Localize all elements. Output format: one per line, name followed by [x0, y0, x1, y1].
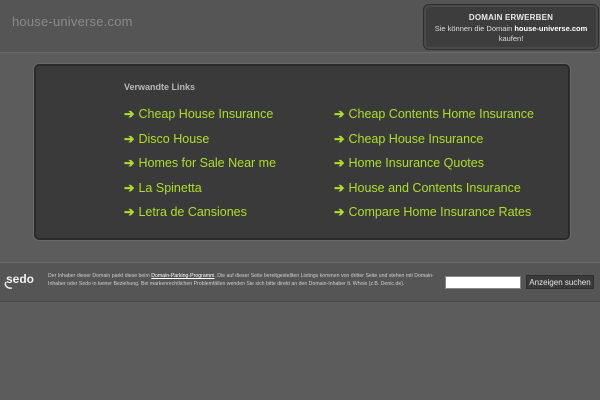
related-link[interactable]: ➔ La Spinetta	[124, 176, 276, 201]
footer-disclaimer: Der Inhaber dieser Domain parkt diese be…	[48, 272, 434, 288]
arrow-right-icon: ➔	[334, 180, 345, 195]
arrow-right-icon: ➔	[124, 156, 135, 171]
related-link[interactable]: ➔ House and Contents Insurance	[334, 176, 534, 201]
related-links-panel: Verwandte Links ➔ Cheap House Insurance ➔…	[34, 64, 570, 240]
links-column-left: ➔ Cheap House Insurance ➔ Disco House ➔ Hom…	[124, 102, 276, 225]
site-title: house-universe.com	[12, 14, 133, 29]
related-link-label: Cheap House Insurance	[138, 107, 274, 121]
ad-search-button[interactable]: Anzeigen suchen	[526, 275, 594, 289]
buy-domain-text: Sie können die Domain house-universe.com…	[424, 24, 598, 44]
related-link-label: Homes for Sale Near me	[138, 156, 277, 171]
arrow-right-icon: ➔	[334, 131, 345, 146]
disclaimer-part1: Der Inhaber dieser Domain parkt diese be…	[48, 273, 152, 279]
domain-parking-link[interactable]: Domain-Parking-Programm	[151, 273, 214, 279]
links-column-right: ➔ Cheap Contents Home Insurance ➔ Cheap Ho…	[334, 102, 534, 225]
arrow-right-icon: ➔	[334, 205, 345, 220]
related-link[interactable]: ➔ Letra de Cansiones	[124, 200, 276, 225]
related-link[interactable]: ➔ Compare Home Insurance Rates	[334, 200, 534, 225]
arrow-right-icon: ➔	[124, 107, 135, 121]
buy-domain-title[interactable]: DOMAIN ERWERBEN	[424, 13, 598, 22]
related-links-title: Verwandte Links	[124, 82, 196, 92]
buy-domain-name: house-universe.com	[514, 24, 588, 33]
ad-search-input[interactable]	[445, 276, 521, 289]
related-link[interactable]: ➔ Home Insurance Quotes	[334, 151, 534, 176]
related-link-label: Letra de Cansiones	[138, 205, 247, 220]
arrow-right-icon: ➔	[124, 205, 135, 220]
related-link[interactable]: ➔ Cheap Contents Home Insurance	[334, 102, 534, 127]
related-link-label: Cheap House Insurance	[348, 131, 484, 146]
header: house-universe.com DOMAIN ERWERBEN Sie k…	[0, 0, 600, 53]
buy-domain-box[interactable]: DOMAIN ERWERBEN Sie können die Domain ho…	[423, 4, 599, 50]
related-link-label: Cheap Contents Home Insurance	[348, 107, 535, 121]
related-link-label: House and Contents Insurance	[348, 180, 521, 195]
related-link-label: La Spinetta	[138, 180, 202, 195]
related-link[interactable]: ➔ Disco House	[124, 127, 276, 152]
sedo-logo[interactable]: sedo	[6, 272, 34, 286]
related-link[interactable]: ➔ Cheap House Insurance	[334, 127, 534, 152]
related-link[interactable]: ➔ Homes for Sale Near me	[124, 151, 276, 176]
footer-bar: sedo Der Inhaber dieser Domain parkt die…	[0, 262, 600, 302]
arrow-right-icon: ➔	[124, 180, 135, 195]
arrow-right-icon: ➔	[124, 131, 135, 146]
related-link-label: Compare Home Insurance Rates	[348, 205, 532, 220]
related-link-label: Disco House	[138, 131, 210, 146]
arrow-right-icon: ➔	[334, 156, 345, 171]
buy-text-after: kaufen!	[498, 34, 524, 43]
arrow-right-icon: ➔	[334, 107, 345, 121]
related-link-label: Home Insurance Quotes	[348, 156, 484, 171]
buy-text-before: Sie können die Domain	[434, 24, 515, 33]
related-link[interactable]: ➔ Cheap House Insurance	[124, 102, 276, 127]
